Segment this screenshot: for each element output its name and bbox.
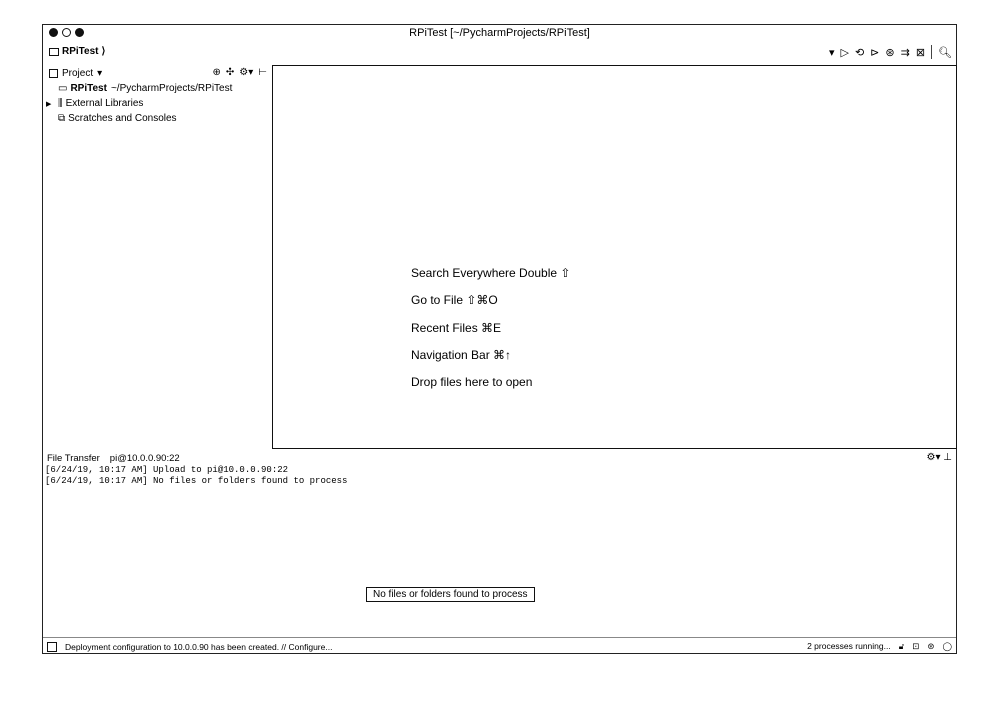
event-log-icon[interactable]: ◯ — [942, 641, 952, 652]
file-transfer-host-tab[interactable]: pi@10.0.0.90:22 — [110, 453, 180, 464]
tree-item-label: Scratches and Consoles — [68, 113, 177, 124]
breadcrumb-project[interactable]: RPiTest — [62, 46, 99, 57]
chevron-down-icon[interactable]: ▾ — [97, 68, 102, 79]
toolbar: ▾ ▷ ⟲ ⊳ ⊛ ⇉ ⊠ 🔍︎ — [829, 45, 952, 59]
status-right: 2 processes running... 🔓︎ ⊡ ⊛ ◯ — [807, 641, 952, 652]
profile-icon[interactable]: ⊛ — [885, 46, 894, 59]
folder-icon — [49, 47, 59, 56]
lock-icon[interactable]: 🔓︎ — [899, 641, 905, 652]
hint-navigation-bar: Navigation Bar ⌘↑ — [411, 347, 512, 362]
project-root-icon: ▭ — [58, 83, 68, 94]
status-message[interactable]: Deployment configuration to 10.0.0.90 ha… — [65, 642, 332, 652]
toolbar-divider — [931, 45, 933, 59]
stop-icon[interactable]: ⊠ — [916, 46, 925, 59]
title-bar: RPiTest [~/PycharmProjects/RPiTest] — [43, 25, 956, 43]
project-panel-tools: ⊕ ✣ ⚙▾ ⊢ — [213, 67, 267, 78]
tree-item-external-libraries[interactable]: ▶ ⫼ External Libraries — [43, 96, 271, 111]
transfer-log: [6/24/19, 10:17 AM] Upload to pi@10.0.0.… — [43, 465, 956, 487]
project-panel-header: Project ▾ ⊕ ✣ ⚙▾ ⊢ — [43, 65, 271, 81]
file-transfer-title[interactable]: File Transfer — [47, 453, 100, 464]
status-bar: Deployment configuration to 10.0.0.90 ha… — [43, 637, 956, 655]
expand-arrow-icon[interactable]: ▶ — [46, 100, 51, 108]
run-config-dropdown-icon[interactable]: ▾ — [829, 46, 835, 59]
settings-icon[interactable]: ⚙▾ — [239, 67, 253, 78]
hint-drop-files: Drop files here to open — [411, 375, 533, 390]
window-title: RPiTest [~/PycharmProjects/RPiTest] — [409, 27, 590, 39]
panel-settings-icon[interactable]: ⚙▾ ⊥ — [927, 452, 952, 463]
project-view-dropdown[interactable]: Project — [62, 68, 93, 79]
collapse-icon[interactable]: ✣ — [226, 67, 234, 78]
balloon-tooltip: No files or folders found to process — [366, 587, 535, 602]
file-transfer-header: File Transfer pi@10.0.0.90:22 ⚙▾ ⊥ — [43, 451, 956, 465]
debug-icon[interactable]: ⟲ — [855, 46, 864, 59]
tree-item-label: RPiTest — [70, 83, 107, 94]
concurrency-icon[interactable]: ⇉ — [901, 46, 910, 59]
breadcrumb-separator: ⟩ — [101, 46, 106, 57]
tree-item-label: External Libraries — [65, 98, 144, 109]
toggle-tool-windows-icon[interactable] — [47, 641, 57, 652]
tree-item-project[interactable]: ▭ RPiTest ~/PycharmProjects/RPiTest — [43, 81, 271, 96]
hint-recent-files: Recent Files ⌘E — [411, 320, 502, 335]
project-tree: ▭ RPiTest ~/PycharmProjects/RPiTest ▶ ⫼ … — [43, 81, 271, 126]
inspector-icon[interactable]: ⊛ — [927, 641, 934, 652]
hint-go-to-file: Go to File ⇧⌘O — [411, 293, 498, 308]
search-icon[interactable]: 🔍︎ — [938, 46, 952, 59]
project-panel: Project ▾ ⊕ ✣ ⚙▾ ⊢ ▭ RPiTest ~/PycharmPr… — [43, 65, 271, 449]
ide-window: RPiTest [~/PycharmProjects/RPiTest] RPiT… — [42, 24, 957, 654]
project-icon — [49, 68, 58, 78]
coverage-icon[interactable]: ⊳ — [870, 46, 879, 59]
tree-item-path: ~/PycharmProjects/RPiTest — [110, 83, 233, 94]
hint-search-everywhere: Search Everywhere Double ⇧ — [411, 266, 571, 280]
log-line: [6/24/19, 10:17 AM] Upload to pi@10.0.0.… — [45, 465, 289, 475]
locate-icon[interactable]: ⊕ — [213, 67, 221, 78]
editor-area[interactable]: Search Everywhere Double ⇧ Go to File ⇧⌘… — [272, 65, 957, 449]
git-icon[interactable]: ⊡ — [912, 641, 919, 652]
tree-item-scratches[interactable]: ⧉ Scratches and Consoles — [43, 111, 271, 126]
run-icon[interactable]: ▷ — [840, 46, 848, 59]
breadcrumb[interactable]: RPiTest ⟩ — [49, 46, 105, 57]
navigation-bar: RPiTest ⟩ ▾ ▷ ⟲ ⊳ ⊛ ⇉ ⊠ 🔍︎ — [43, 43, 956, 63]
hide-icon[interactable]: ⊢ — [258, 67, 267, 78]
file-transfer-panel: File Transfer pi@10.0.0.90:22 ⚙▾ ⊥ [6/24… — [43, 451, 956, 637]
editor-empty-hints: Search Everywhere Double ⇧ Go to File ⇧⌘… — [411, 260, 570, 396]
scratches-icon: ⧉ — [58, 113, 66, 124]
log-line: [6/24/19, 10:17 AM] No files or folders … — [45, 476, 348, 486]
library-icon: ⫼ — [58, 98, 63, 109]
background-tasks[interactable]: 2 processes running... — [807, 641, 891, 652]
